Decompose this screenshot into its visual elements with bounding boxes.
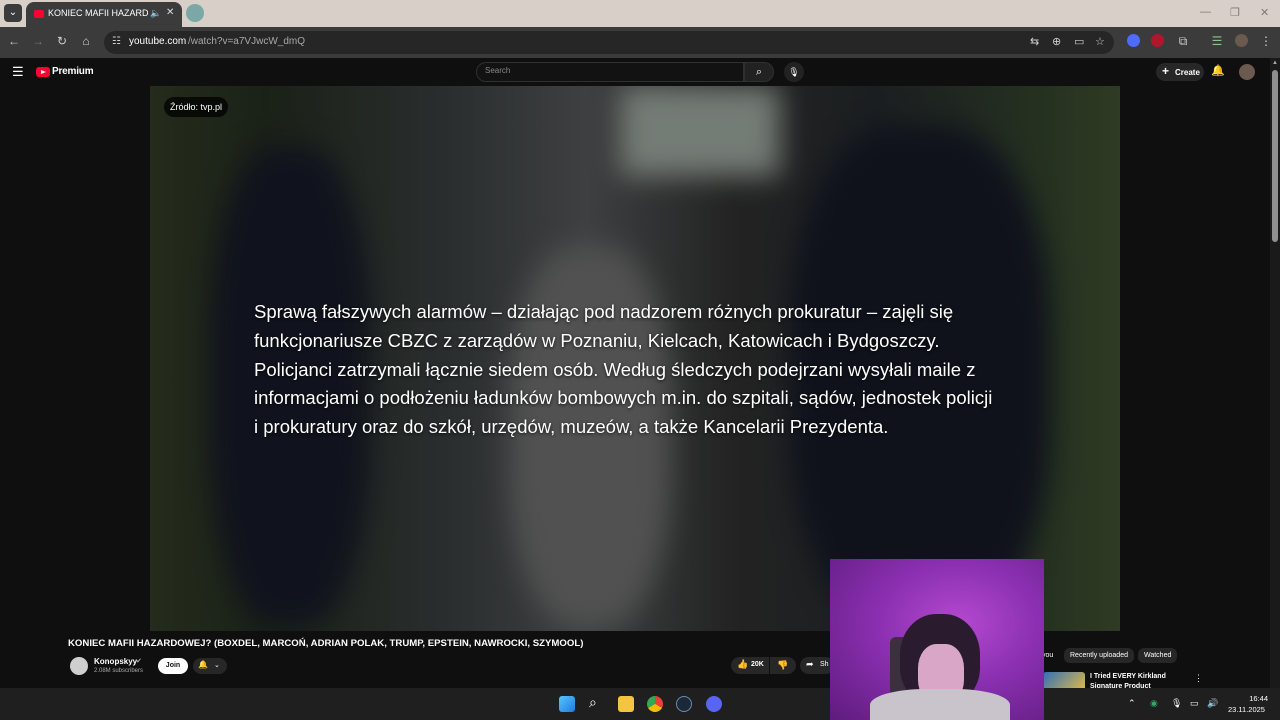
youtube-logo-icon[interactable] <box>36 67 50 77</box>
thumbs-up-icon: 👍 <box>737 659 749 669</box>
search-button[interactable]: ⌕ <box>744 62 774 82</box>
subscription-notifications-button[interactable]: 🔔 ⌄ <box>193 658 227 674</box>
url-host: youtube.com <box>129 36 187 47</box>
back-arrow-icon[interactable]: ← <box>6 34 22 48</box>
hamburger-menu-icon[interactable]: ☰ <box>12 64 24 80</box>
extension-icon[interactable] <box>1127 34 1140 47</box>
profile-avatar-icon[interactable] <box>1235 34 1248 47</box>
channel-avatar[interactable] <box>70 657 88 675</box>
thumbs-down-icon: 👎 <box>777 660 789 670</box>
tab-search-button[interactable]: ⌄ <box>4 4 22 22</box>
share-label: Sh <box>820 661 829 668</box>
plus-icon: + <box>1162 64 1170 78</box>
reload-icon[interactable]: ↻ <box>54 34 70 48</box>
share-button[interactable]: ➦ Sh <box>800 657 834 674</box>
notifications-bell-icon[interactable]: 🔔 <box>1211 64 1225 77</box>
profile-tab-icon[interactable] <box>186 4 204 22</box>
search-box[interactable] <box>476 62 744 82</box>
microphone-icon: 🎙 <box>788 67 800 77</box>
tab-close-icon[interactable]: ✕ <box>166 7 174 18</box>
channel-name[interactable]: Konopskyy <box>94 657 137 666</box>
page-scrollbar[interactable]: ▲ <box>1270 58 1280 688</box>
account-avatar[interactable] <box>1239 64 1255 80</box>
chevron-down-icon: ⌄ <box>214 662 220 669</box>
webcam-overlay <box>830 559 1044 720</box>
chrome-icon[interactable] <box>647 696 663 712</box>
tab-title: KONIEC MAFII HAZARDOW <box>48 8 148 18</box>
youtube-header: ☰ Premium ⌕ 🎙 + Create 🔔 <box>0 58 1270 86</box>
reading-list-icon[interactable]: ☰ <box>1209 34 1225 48</box>
search-icon: ⌕ <box>755 66 763 78</box>
video-caption-text: Sprawą fałszywych alarmów – działając po… <box>254 301 993 438</box>
extension-icon[interactable] <box>1151 34 1164 47</box>
home-icon[interactable]: ⌂ <box>78 34 94 48</box>
windows-start-icon[interactable] <box>559 696 575 712</box>
video-title: KONIEC MAFII HAZARDOWEJ? (BOXDEL, MARCOŃ… <box>68 638 584 649</box>
subscriber-count: 2.08M subscribers <box>94 668 144 674</box>
network-icon[interactable]: ▭ <box>1190 698 1199 709</box>
tray-app-icon[interactable]: ◉ <box>1150 698 1158 709</box>
steam-icon[interactable] <box>676 696 692 712</box>
speaker-icon[interactable]: 🔈 <box>150 8 161 19</box>
like-button[interactable]: 👍 20K <box>731 657 769 674</box>
translate-icon[interactable]: ⇆ <box>1030 35 1039 48</box>
create-label: Create <box>1175 68 1200 77</box>
verified-badge-icon: ✔ <box>136 658 142 665</box>
cast-icon[interactable]: ▭ <box>1074 35 1084 48</box>
volume-icon[interactable]: 🔊 <box>1207 698 1218 709</box>
youtube-premium-logo[interactable]: Premium <box>52 66 94 77</box>
video-player[interactable]: Źródło: tvp.pl Sprawą fałszywych alarmów… <box>150 86 1120 631</box>
more-menu-icon[interactable]: ⋮ <box>1258 34 1274 48</box>
windows-taskbar: ⌕ ⌃ ◉ 🎙 ▭ 🔊 <box>0 688 1280 720</box>
like-count: 20K <box>751 661 764 668</box>
address-bar[interactable]: ☷ youtube.com /watch?v=a7VJwcW_dmQ ⇆ ⊕ ▭… <box>104 31 1114 54</box>
discord-icon[interactable] <box>706 696 722 712</box>
webcam-person-body <box>870 689 1010 720</box>
taskbar-search-icon[interactable]: ⌕ <box>589 694 605 710</box>
forward-arrow-icon[interactable]: → <box>30 34 46 48</box>
taskbar-clock-time[interactable]: 16:44 <box>1246 694 1268 703</box>
url-path: /watch?v=a7VJwcW_dmQ <box>188 36 305 47</box>
window-minimize-button[interactable]: — <box>1200 6 1211 18</box>
scrollbar-thumb[interactable] <box>1272 70 1278 242</box>
join-button[interactable]: Join <box>158 658 188 674</box>
tray-chevron-up-icon[interactable]: ⌃ <box>1128 698 1136 709</box>
taskbar-clock-date[interactable]: 23.11.2025 <box>1228 705 1265 714</box>
window-close-button[interactable]: ✕ <box>1260 6 1269 19</box>
voice-search-button[interactable]: 🎙 <box>784 62 804 82</box>
extensions-puzzle-icon[interactable]: ⧉ <box>1175 34 1191 49</box>
bell-icon: 🔔 <box>198 660 208 669</box>
search-input[interactable] <box>485 66 735 75</box>
create-button[interactable]: + Create <box>1156 63 1204 81</box>
bookmark-star-icon[interactable]: ☆ <box>1095 35 1105 48</box>
more-vertical-icon[interactable]: ⋮ <box>1194 673 1203 684</box>
dislike-button[interactable]: 👎 <box>770 657 796 674</box>
microphone-icon[interactable]: 🎙 <box>1171 698 1182 709</box>
file-explorer-icon[interactable] <box>618 696 634 712</box>
browser-tab-active[interactable]: KONIEC MAFII HAZARDOW 🔈 ✕ <box>26 2 182 27</box>
browser-toolbar: ← → ↻ ⌂ ☷ youtube.com /watch?v=a7VJwcW_d… <box>0 27 1280 58</box>
share-arrow-icon: ➦ <box>806 659 814 669</box>
browser-tab-strip: ⌄ KONIEC MAFII HAZARDOW 🔈 ✕ — ❐ ✕ <box>0 0 1280 27</box>
source-badge: Źródło: tvp.pl <box>164 97 229 117</box>
site-info-icon[interactable]: ☷ <box>112 36 121 47</box>
chip-watched[interactable]: Watched <box>1138 648 1178 663</box>
zoom-icon[interactable]: ⊕ <box>1052 35 1061 48</box>
window-maximize-button[interactable]: ❐ <box>1230 6 1240 19</box>
chip-recently-uploaded[interactable]: Recently uploaded <box>1064 648 1134 663</box>
youtube-favicon-icon <box>34 10 44 18</box>
scroll-up-arrow-icon[interactable]: ▲ <box>1272 60 1278 66</box>
